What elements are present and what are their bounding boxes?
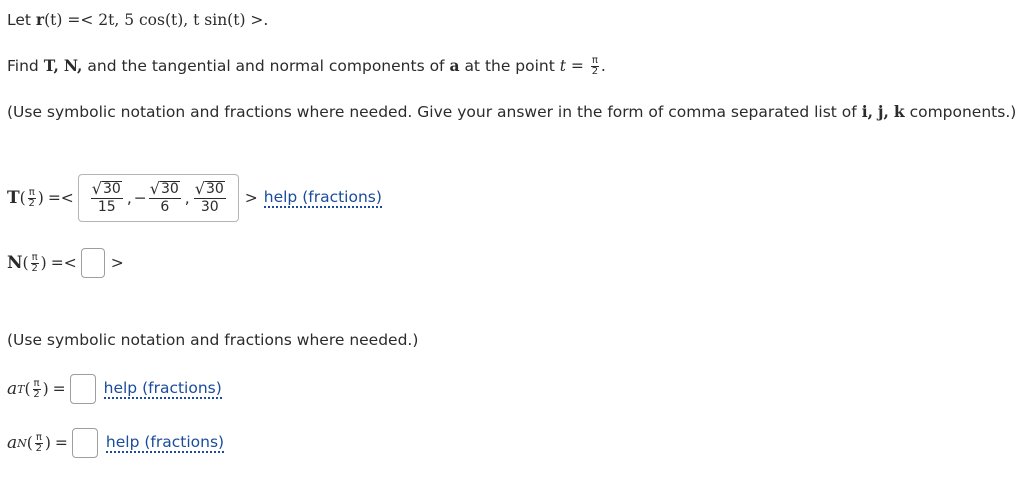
aN-row: a N(π 2) = help (fractions) [7, 428, 225, 458]
aN-sub: N [17, 436, 27, 450]
find-a: a [449, 56, 460, 75]
aT-arg-den: 2 [33, 388, 40, 400]
task-statement: Find T, N, and the tangential and normal… [7, 56, 606, 77]
aT-label: a [7, 379, 18, 399]
T-help-link[interactable]: help (fractions) [263, 188, 382, 208]
second-instructions: (Use symbolic notation and fractions whe… [7, 331, 419, 349]
aN-label: a [7, 433, 18, 453]
r-symbol: r [35, 10, 45, 29]
aT-sub: T [17, 382, 25, 396]
T-component-3: √ 30 30 [193, 179, 226, 215]
T-c3-radicand: 30 [204, 181, 225, 197]
aN-arg-fraction: π2 [34, 431, 43, 454]
instr-k: k [893, 102, 905, 121]
instr-i: i, [861, 102, 873, 121]
aT-arg-num: π [32, 377, 41, 390]
N-row: N(π 2) =< > [7, 248, 124, 278]
aT-arg-fraction: π2 [32, 377, 41, 400]
instr-end: components.) [909, 103, 1017, 121]
point-end: . [600, 57, 606, 75]
aT-eq: = [52, 380, 66, 398]
T-row: T(π 2) =< √ 30 15 , − √ 30 6 , √ 30 30 > hel… [7, 174, 382, 222]
find-T: T, [43, 56, 59, 75]
N-answer-input[interactable] [80, 248, 105, 278]
find-mid: and the tangential and normal components… [87, 57, 445, 75]
find-suffix: at the point [464, 57, 555, 75]
N-label: N [7, 253, 23, 273]
aN-eq: = [54, 434, 68, 452]
aT-row: a T(π 2) = help (fractions) [7, 374, 222, 404]
N-arg-num: π [30, 251, 39, 264]
N-eq: =< [50, 254, 77, 272]
aN-answer-input[interactable] [71, 428, 98, 458]
point-lhs: t = [559, 57, 584, 75]
aT-paren-open: ( [24, 380, 31, 398]
T-arg-num: π [27, 186, 36, 199]
T-c2-radicand: 30 [159, 181, 180, 197]
aN-help-link[interactable]: help (fractions) [105, 433, 225, 453]
comma-2: , [184, 189, 190, 207]
find-N: N, [63, 56, 83, 75]
aN-paren-open: ( [26, 434, 33, 452]
T-c1-radicand: 30 [102, 181, 122, 197]
find-prefix: Find [7, 57, 39, 75]
aN-paren-close: ) [44, 434, 51, 452]
instructions-text: (Use symbolic notation and fractions whe… [7, 103, 857, 121]
T-component-2: √ 30 6 [148, 179, 181, 215]
T-c3-den: 30 [200, 199, 219, 215]
problem-statement: Let r(t) =< 2t, 5 cos(t), t sin(t) >. [7, 10, 268, 29]
N-arg-fraction: π2 [30, 251, 39, 274]
T-paren-open: ( [19, 189, 26, 207]
T-c1-den: 15 [97, 199, 116, 215]
T-label: T [7, 188, 20, 208]
comma-1: , [126, 189, 132, 207]
aT-answer-input[interactable] [69, 374, 96, 404]
T-answer-field[interactable]: √ 30 15 , − √ 30 6 , √ 30 30 [77, 174, 239, 222]
T-eq: =< [47, 189, 74, 207]
point-den: 2 [591, 66, 599, 77]
aN-arg-num: π [34, 431, 43, 444]
aT-paren-close: ) [42, 380, 49, 398]
N-paren-close: ) [40, 254, 47, 272]
point-fraction: π2 [590, 56, 599, 77]
aT-help-link[interactable]: help (fractions) [103, 379, 222, 399]
N-arg-den: 2 [31, 262, 38, 274]
N-close: > [110, 254, 124, 272]
instr-j: j, [877, 102, 889, 121]
T-paren-close: ) [37, 189, 44, 207]
T-component-1: √ 30 15 [90, 179, 123, 215]
T-c2-den: 6 [160, 199, 170, 215]
T-c2-sign: − [133, 189, 147, 207]
r-arg: (t) [44, 11, 63, 29]
T-close: > [244, 189, 258, 207]
r-definition: =< 2t, 5 cos(t), t sin(t) >. [62, 11, 269, 29]
N-paren-open: ( [22, 254, 29, 272]
T-arg-den: 2 [28, 197, 35, 209]
aN-arg-den: 2 [35, 442, 43, 454]
instructions: (Use symbolic notation and fractions whe… [7, 102, 1016, 121]
let-prefix: Let [7, 11, 31, 29]
T-arg-fraction: π2 [27, 186, 36, 209]
